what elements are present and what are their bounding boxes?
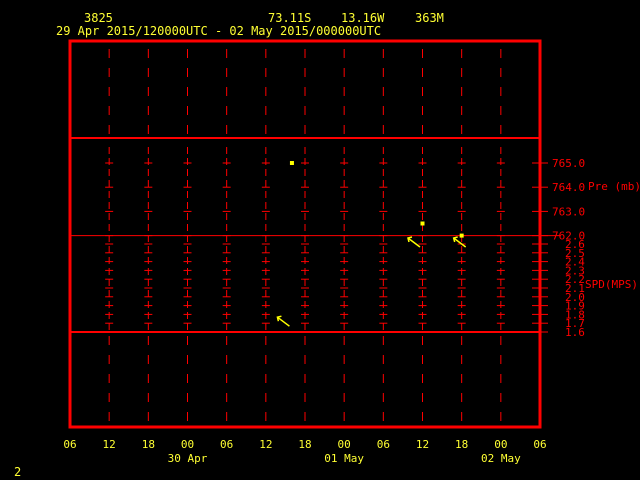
pressure-point: [289, 161, 294, 165]
x-tick-label: 18: [298, 438, 311, 451]
wind-arrow-shaft: [453, 237, 467, 248]
wind-arrow: [452, 236, 467, 248]
wind-arrow: [407, 236, 421, 248]
x-tick-label: 00: [338, 438, 351, 451]
x-tick-label: 00: [181, 438, 194, 451]
x-tick-label: 18: [455, 438, 468, 451]
pressure-tick-label: 764.0: [552, 181, 585, 194]
x-tick-label: 06: [377, 438, 390, 451]
wind-arrow-shaft: [407, 237, 421, 248]
x-tick-label: 06: [220, 438, 233, 451]
x-tick-label: 06: [63, 438, 76, 451]
x-date-label: 30 Apr: [168, 452, 208, 465]
x-tick-label: 12: [259, 438, 272, 451]
pressure-point: [459, 233, 464, 238]
wind-arrow: [276, 315, 290, 327]
meteogram-plot: 765.0764.0763.0762.02.62.52.42.32.22.12.…: [63, 39, 640, 465]
wind-arrow-shaft: [276, 316, 290, 327]
x-tick-label: 12: [416, 438, 429, 451]
x-tick-label: 12: [103, 438, 116, 451]
plot-frame: [68, 39, 542, 429]
pressure-tick-label: 763.0: [552, 205, 585, 218]
x-tick-label: 00: [494, 438, 507, 451]
speed-tick-label: 1.6: [565, 326, 585, 339]
pressure-point: [420, 221, 425, 226]
pressure-axis-label: Pre (mb): [588, 180, 640, 193]
x-date-label: 01 May: [324, 452, 364, 465]
x-date-label: 02 May: [481, 452, 521, 465]
speed-axis-label: SPD(MPS): [585, 278, 638, 291]
x-tick-label: 18: [142, 438, 155, 451]
pressure-tick-label: 765.0: [552, 157, 585, 170]
x-tick-label: 06: [533, 438, 546, 451]
